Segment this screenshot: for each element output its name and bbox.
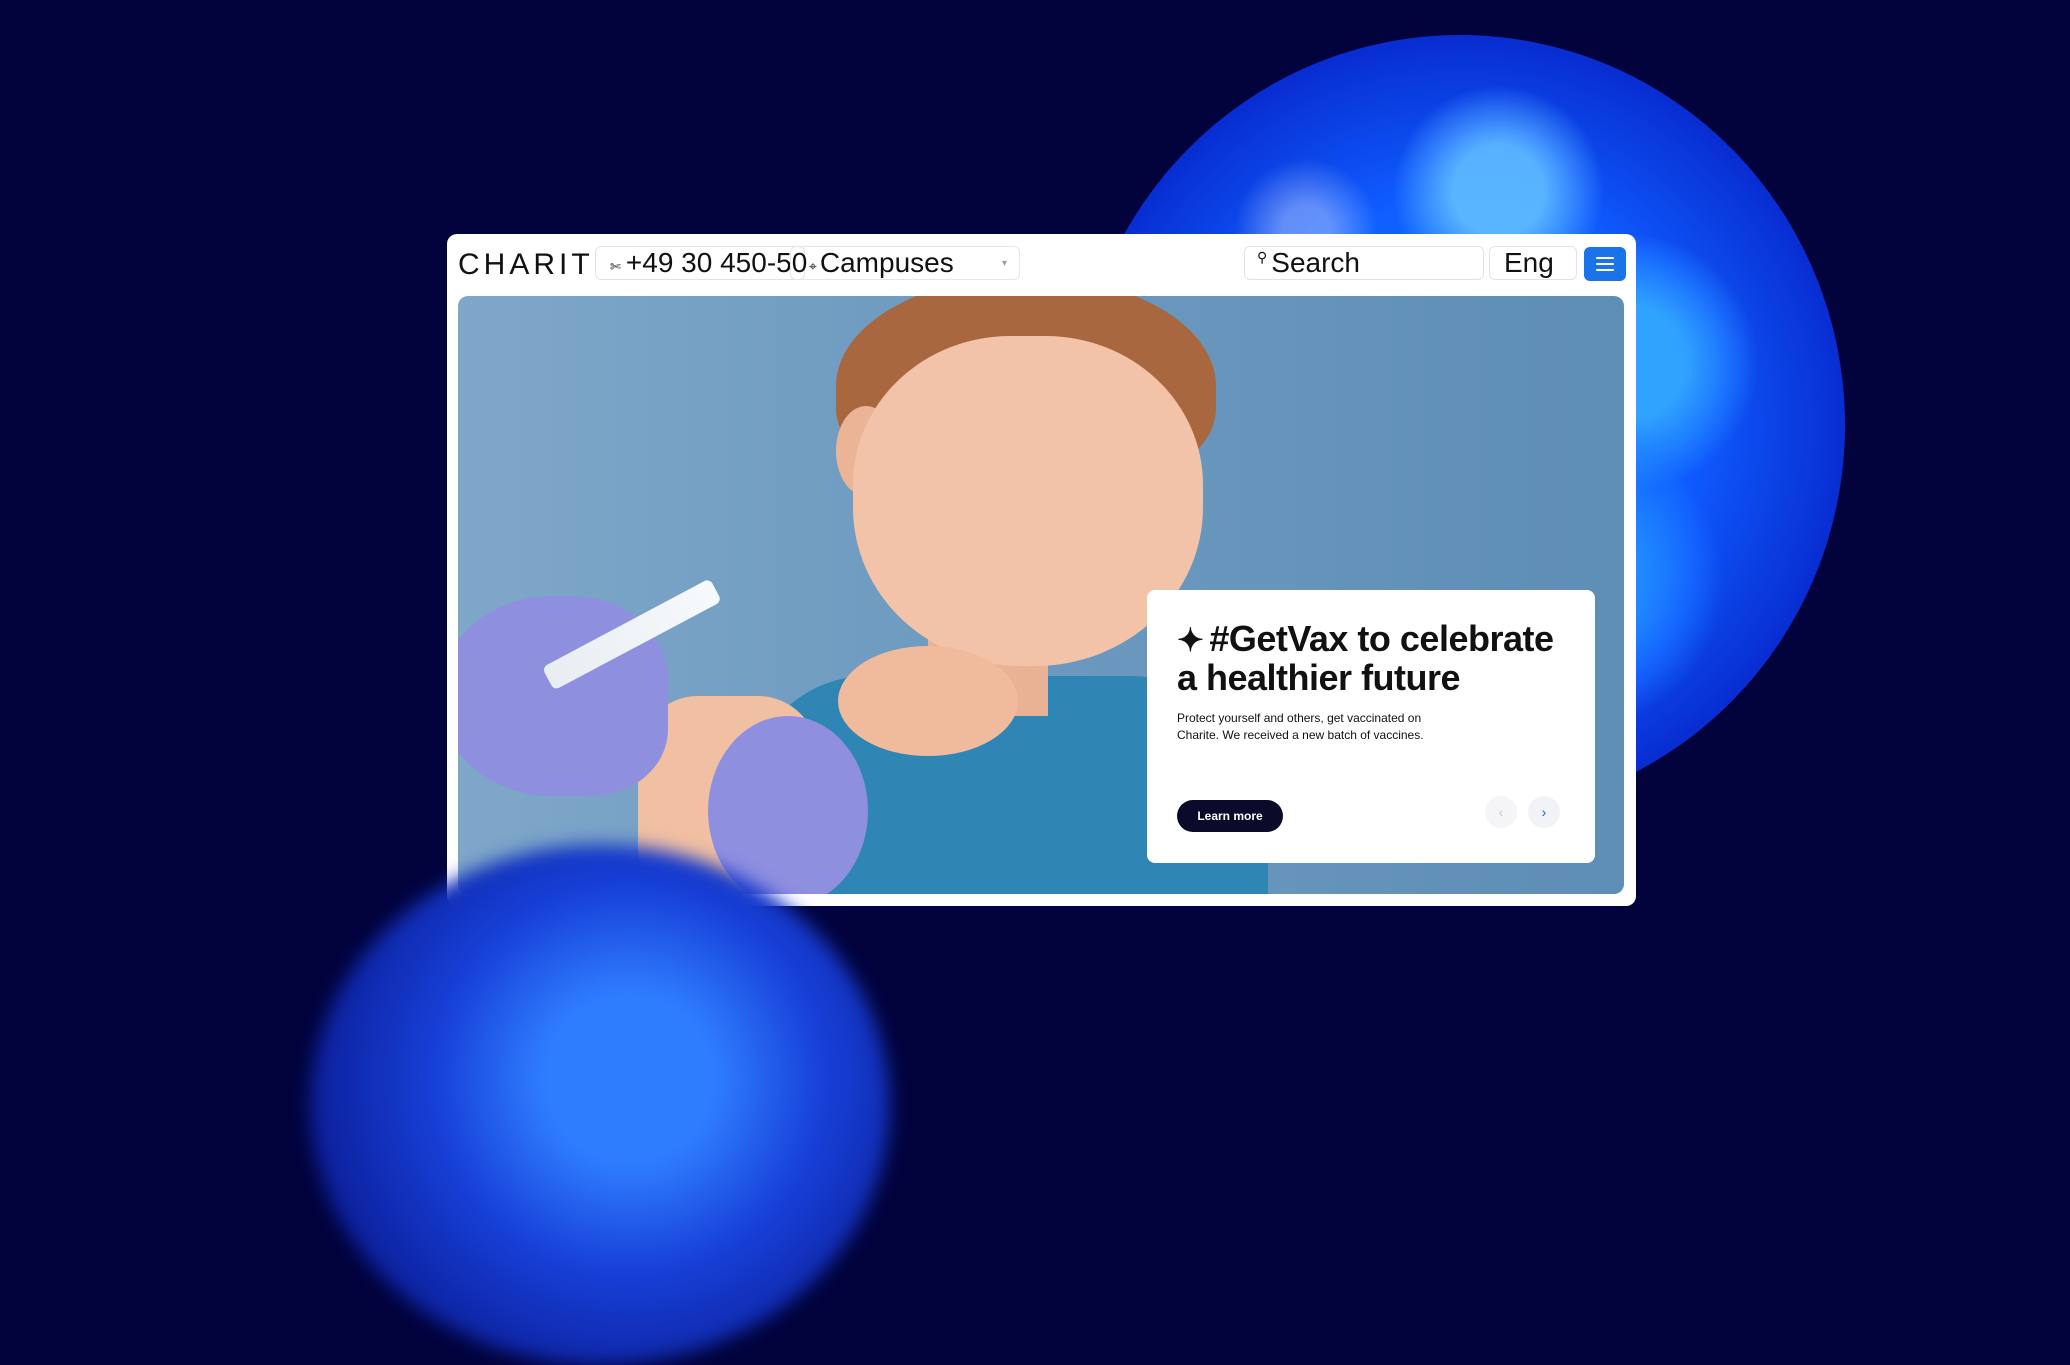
chevron-right-icon: › (1541, 804, 1547, 820)
language-selector[interactable]: Eng (1489, 246, 1577, 280)
charite-logo[interactable]: CHARITÉ (458, 248, 618, 282)
phone-number: +49 30 450-50 (625, 247, 808, 278)
menu-button[interactable] (1584, 247, 1626, 281)
search-placeholder: Search (1271, 247, 1360, 278)
learn-more-button[interactable]: Learn more (1177, 800, 1283, 832)
search-field[interactable]: ⚲ Search (1244, 246, 1484, 280)
hero-description: Protect yourself and others, get vaccina… (1177, 711, 1424, 742)
chevron-down-icon: ▾ (1001, 257, 1007, 269)
campuses-label: Campuses (819, 247, 954, 278)
hamburger-menu-icon (1596, 257, 1614, 259)
campuses-dropdown[interactable]: ⌖ Campuses ▾ (790, 246, 1020, 280)
virus-illustration-blurred (310, 845, 890, 1365)
location-pin-icon: ⌖ (809, 257, 817, 274)
phone-number-link[interactable]: ✄ +49 30 450-50 (595, 246, 808, 280)
language-label: Eng (1504, 247, 1554, 278)
carousel-next-button[interactable]: › (1528, 796, 1560, 828)
hero-promo-card: ✦ #GetVax to celebrate a healthier future… (1147, 590, 1595, 863)
chevron-left-icon: ‹ (1498, 804, 1504, 820)
sparkle-icon: ✦ (1177, 622, 1204, 658)
carousel-prev-button[interactable]: ‹ (1485, 796, 1517, 828)
hero-headline: ✦ #GetVax to celebrate a healthier future (1177, 618, 1554, 698)
search-icon: ⚲ (1257, 248, 1268, 265)
phone-icon: ✄ (610, 259, 621, 274)
